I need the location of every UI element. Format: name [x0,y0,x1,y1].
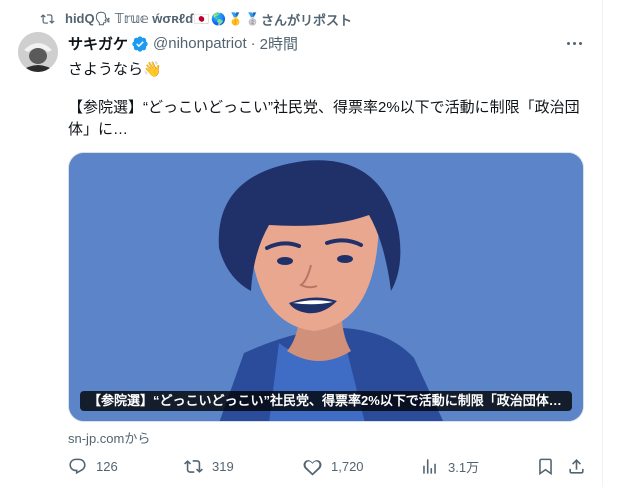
repost-icon [40,14,55,24]
separator: · [250,35,256,52]
flag-emoji: 🇯🇵 [194,12,210,26]
repost-user-name[interactable]: hidQ🗣 𝕋𝕣𝕦𝕖 ẃσʀℓɗ [65,11,193,27]
author-name[interactable]: サキガケ [68,33,128,54]
repost-button[interactable]: 319 [184,457,234,476]
author-handle[interactable]: @nihonpatriot [153,35,247,52]
share-button[interactable] [567,457,595,476]
verified-badge-icon [131,35,149,53]
action-bar: 126 319 1,720 3.1万 [68,457,588,479]
wave-emoji: 👋 [143,60,162,78]
reply-icon [69,458,86,475]
card-illustration [69,153,583,421]
like-icon [303,460,322,476]
reply-button[interactable]: 126 [68,457,118,476]
views-icon [423,459,436,474]
post-text: さようなら [68,61,144,78]
repost-icon [184,460,203,473]
link-card[interactable]: 【参院選】“どっこいどっこい”社民党、得票率2%以下で活動に制限「政治団体… [68,152,584,422]
card-caption: 【参院選】“どっこいどっこい”社民党、得票率2%以下で活動に制限「政治団体… [80,391,572,411]
post-text-line: さようなら 👋 [68,58,162,79]
more-icon[interactable] [564,34,584,52]
avatar[interactable] [18,32,58,72]
post-body: 【参院選】“どっこいどっこい”社民党、得票率2%以下で活動に制限「政治団体」に… [68,99,580,138]
timeline-divider [602,0,603,487]
like-button[interactable]: 1,720 [303,457,364,476]
share-icon [569,459,584,474]
bookmark-button[interactable] [536,457,564,476]
repost-count: 319 [212,459,234,474]
views-count: 3.1万 [448,460,480,475]
globe-emoji: 🌎 [211,12,227,26]
repost-suffix: さんがリポスト [260,12,352,28]
repost-indicator[interactable]: hidQ🗣 𝕋𝕣𝕦𝕖 ẃσʀℓɗ 🇯🇵 🌎 🥇 🥈 さんがリポスト [40,9,352,29]
card-source[interactable]: sn-jp.comから [68,428,150,447]
medal-emoji: 🥇 [228,12,244,26]
like-count: 1,720 [331,459,364,474]
views-button[interactable]: 3.1万 [420,457,479,476]
post-time[interactable]: 2時間 [260,33,298,54]
reply-count: 126 [96,459,118,474]
bookmark-icon [539,458,552,476]
post-header: サキガケ @nihonpatriot · 2時間 [68,33,298,54]
medal-emoji-2: 🥈 [245,12,260,26]
